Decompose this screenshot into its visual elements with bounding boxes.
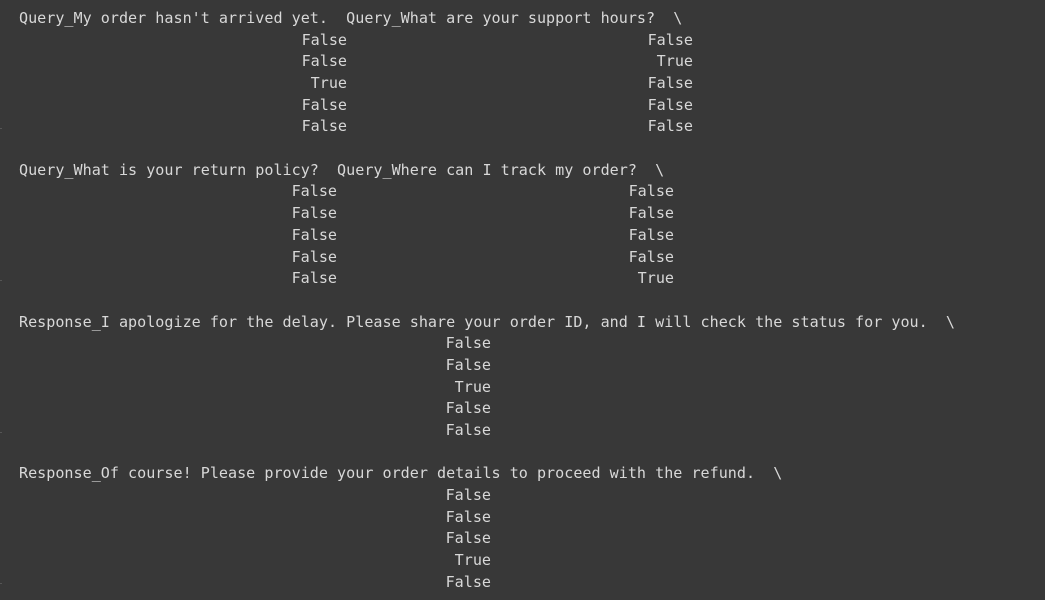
- block-2-header: Query_What is your return policy? Query_…: [19, 161, 665, 179]
- block-2-col-2-row-3: False: [628, 226, 674, 244]
- block-1-col-1-row-3: True: [310, 74, 347, 92]
- block-1-header: Query_My order hasn't arrived yet. Query…: [19, 9, 683, 27]
- block-4-header: Response_Of course! Please provide your …: [19, 464, 783, 482]
- edge-mark: [0, 583, 2, 584]
- block-3-header: Response_I apologize for the delay. Plea…: [19, 313, 955, 331]
- block-1-col-1-row-1: False: [301, 31, 347, 49]
- block-2-col-2-row-2: False: [628, 204, 674, 222]
- notebook-output: Query_My order hasn't arrived yet. Query…: [0, 0, 1045, 600]
- block-1-col-2-row-5: False: [647, 117, 693, 135]
- edge-mark: [0, 280, 2, 281]
- block-4-col-1-row-2: False: [445, 508, 491, 526]
- edge-mark: [0, 432, 2, 433]
- block-2-col-1-row-1: False: [291, 182, 337, 200]
- output-block-3: Response_I apologize for the delay. Plea…: [0, 312, 1045, 456]
- block-3-col-1-row-5: False: [445, 421, 491, 439]
- block-3-col-1-row-2: False: [445, 356, 491, 374]
- block-2-col-2-row-5: True: [637, 269, 674, 287]
- block-2-col-1-row-2: False: [291, 204, 337, 222]
- block-3-col-1-row-4: False: [445, 399, 491, 417]
- block-1-col-1-row-4: False: [301, 96, 347, 114]
- block-1-col-2-row-2: True: [656, 52, 693, 70]
- block-1-col-2-row-3: False: [647, 74, 693, 92]
- block-2-col-2-row-1: False: [628, 182, 674, 200]
- block-4-col-1-row-5: False: [445, 573, 491, 591]
- block-4-col-1-row-4: True: [454, 551, 491, 569]
- block-1-col-2-row-1: False: [647, 31, 693, 49]
- output-block-4: Response_Of course! Please provide your …: [0, 463, 1045, 600]
- block-3-col-1-row-3: True: [454, 378, 491, 396]
- block-2-col-1-row-4: False: [291, 248, 337, 266]
- edge-mark: [0, 128, 2, 129]
- block-1-col-1-row-2: False: [301, 52, 347, 70]
- block-1-col-1-row-5: False: [301, 117, 347, 135]
- block-2-col-1-row-5: False: [291, 269, 337, 287]
- block-4-col-1-row-1: False: [445, 486, 491, 504]
- block-1-col-2-row-4: False: [647, 96, 693, 114]
- block-2-col-2-row-4: False: [628, 248, 674, 266]
- block-2-col-1-row-3: False: [291, 226, 337, 244]
- block-3-col-1-row-1: False: [445, 334, 491, 352]
- block-4-col-1-row-3: False: [445, 529, 491, 547]
